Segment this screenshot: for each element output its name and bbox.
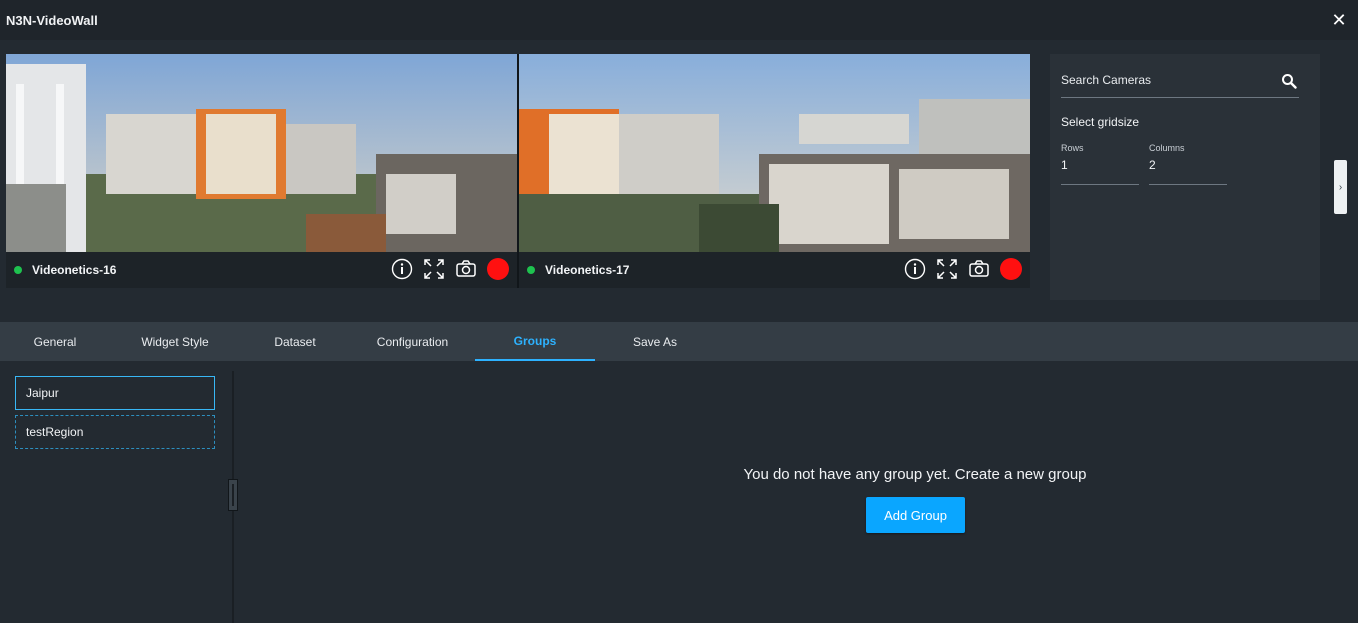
tab-widget-style[interactable]: Widget Style (110, 322, 240, 361)
tab-groups[interactable]: Groups (475, 322, 595, 361)
tab-general[interactable]: General (0, 322, 110, 361)
record-icon[interactable] (487, 258, 509, 280)
status-indicator (527, 266, 535, 274)
tab-save-as[interactable]: Save As (595, 322, 715, 361)
rows-value[interactable]: 1 (1061, 158, 1139, 172)
camera-actions (904, 258, 1022, 280)
rows-label: Rows (1061, 143, 1084, 153)
region-item-testregion[interactable]: testRegion (15, 415, 215, 449)
fullscreen-icon[interactable] (423, 258, 445, 280)
camera-info-bar: Videonetics-16 (6, 252, 517, 288)
title-bar: N3N-VideoWall ✕ (0, 0, 1358, 40)
camera-actions (391, 258, 509, 280)
search-label: Search Cameras (1061, 73, 1152, 87)
tab-configuration[interactable]: Configuration (350, 322, 475, 361)
camera-info-bar: Videonetics-17 (519, 252, 1030, 288)
videowall-preview: Videonetics-16 Videonetics-17 Search Cam… (0, 40, 1358, 322)
columns-label: Columns (1149, 143, 1185, 153)
info-icon[interactable] (904, 258, 926, 280)
snapshot-icon[interactable] (455, 258, 477, 280)
camera-settings-panel: Search Cameras Select gridsize Rows 1 Co… (1050, 54, 1320, 300)
camera-feed (6, 54, 517, 252)
columns-field[interactable]: Columns 2 (1149, 143, 1227, 185)
tab-dataset[interactable]: Dataset (240, 322, 350, 361)
settings-tabs: General Widget Style Dataset Configurati… (0, 322, 1358, 361)
search-cameras-field[interactable]: Search Cameras (1061, 67, 1299, 98)
info-icon[interactable] (391, 258, 413, 280)
snapshot-icon[interactable] (968, 258, 990, 280)
region-list: Jaipur testRegion (15, 376, 215, 454)
groups-panel: Jaipur testRegion You do not have any gr… (0, 361, 1358, 623)
camera-name: Videonetics-16 (32, 263, 117, 277)
search-icon[interactable] (1281, 73, 1297, 89)
panel-collapse-toggle[interactable]: › (1334, 160, 1347, 214)
splitter-handle[interactable] (228, 479, 238, 511)
status-indicator (14, 266, 22, 274)
window-title: N3N-VideoWall (6, 12, 98, 28)
fullscreen-icon[interactable] (936, 258, 958, 280)
camera-tile[interactable]: Videonetics-17 (519, 54, 1030, 288)
region-item-jaipur[interactable]: Jaipur (15, 376, 215, 410)
gridsize-heading: Select gridsize (1061, 115, 1140, 129)
columns-value[interactable]: 2 (1149, 158, 1227, 172)
close-icon[interactable]: ✕ (1330, 11, 1348, 29)
camera-feed (519, 54, 1030, 252)
camera-name: Videonetics-17 (545, 263, 630, 277)
empty-groups-message: You do not have any group yet. Create a … (743, 466, 1087, 483)
rows-field[interactable]: Rows 1 (1061, 143, 1139, 185)
camera-tile[interactable]: Videonetics-16 (6, 54, 517, 288)
add-group-button[interactable]: Add Group (866, 497, 965, 533)
record-icon[interactable] (1000, 258, 1022, 280)
